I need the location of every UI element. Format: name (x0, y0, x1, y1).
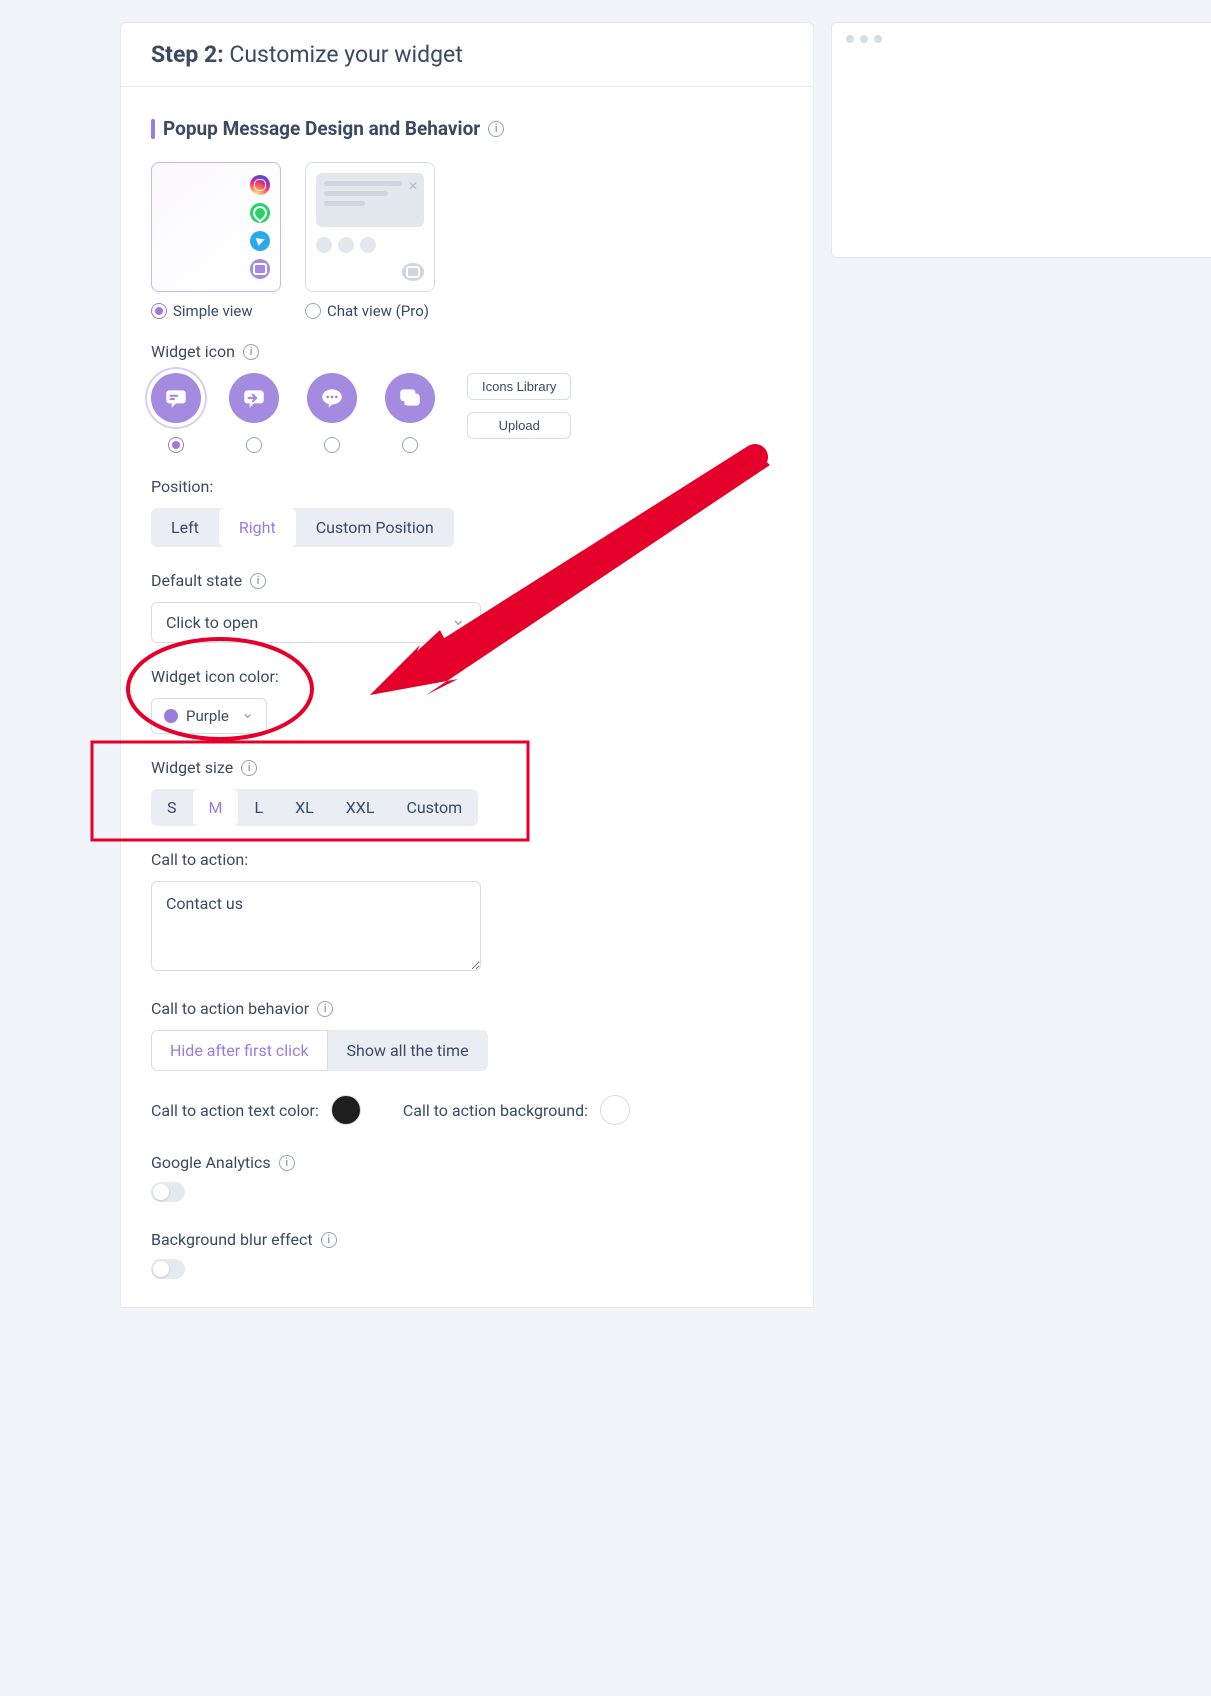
chat-fab-icon (402, 263, 424, 281)
cta-label: Call to action: (151, 850, 783, 869)
cta-textarea[interactable] (151, 881, 481, 971)
view-option-simple[interactable]: Simple view (151, 162, 281, 320)
chat-bubble-lines-icon (151, 373, 201, 423)
info-icon[interactable] (241, 760, 257, 776)
default-state-select[interactable]: Click to open (151, 602, 481, 643)
default-state-label: Default state (151, 571, 783, 590)
cta-text-color-label: Call to action text color: (151, 1101, 319, 1120)
radio-unselected-icon (246, 437, 262, 453)
size-l[interactable]: L (238, 789, 279, 826)
chat-view-label: Chat view (Pro) (327, 302, 429, 320)
section-accent-bar (151, 119, 155, 139)
info-icon[interactable] (321, 1232, 337, 1248)
size-custom[interactable]: Custom (390, 789, 478, 826)
radio-unselected-icon (305, 303, 321, 319)
step-header: Step 2: Customize your widget (121, 23, 813, 87)
instagram-icon (250, 175, 270, 195)
preview-pane (831, 22, 1211, 258)
info-icon[interactable] (279, 1155, 295, 1171)
blur-label: Background blur effect (151, 1230, 783, 1249)
simple-view-radio-row[interactable]: Simple view (151, 302, 281, 320)
radio-selected-icon (168, 437, 184, 453)
icon-color-dropdown[interactable]: Purple (151, 698, 267, 734)
size-xxl[interactable]: XXL (330, 789, 391, 826)
cta-behavior-hide[interactable]: Hide after first click (151, 1030, 328, 1071)
chat-bubble-double-icon (385, 373, 435, 423)
section-title: Popup Message Design and Behavior (151, 117, 783, 140)
cta-behavior-segmented: Hide after first click Show all the time (151, 1030, 488, 1071)
cta-behavior-show[interactable]: Show all the time (328, 1030, 488, 1071)
position-left[interactable]: Left (151, 508, 219, 547)
cta-text-color-picker[interactable] (331, 1095, 361, 1125)
view-option-chat[interactable]: ✕ Chat view (Pro) (305, 162, 435, 320)
info-icon[interactable] (488, 121, 504, 137)
chat-icon (250, 259, 270, 279)
default-state-value: Click to open (166, 613, 258, 632)
cta-bg-color-label: Call to action background: (403, 1101, 588, 1120)
widget-icon-option-1[interactable] (151, 373, 201, 453)
cta-behavior-label: Call to action behavior (151, 999, 783, 1018)
icons-library-button[interactable]: Icons Library (467, 373, 571, 400)
widget-icon-label: Widget icon (151, 342, 783, 361)
position-label: Position: (151, 477, 783, 496)
icon-color-value: Purple (186, 707, 229, 725)
section-title-text: Popup Message Design and Behavior (163, 117, 480, 140)
icon-color-label: Widget icon color: (151, 667, 783, 686)
widget-size-segmented: S M L XL XXL Custom (151, 789, 478, 826)
widget-icon-option-4[interactable] (385, 373, 435, 453)
close-icon: ✕ (408, 179, 418, 193)
chat-bubble-arrow-icon (229, 373, 279, 423)
info-icon[interactable] (250, 573, 266, 589)
step-title: Step 2: Customize your widget (151, 41, 783, 68)
window-dots-icon (846, 35, 1197, 43)
size-xl[interactable]: XL (279, 789, 330, 826)
size-s[interactable]: S (151, 789, 193, 826)
settings-panel: Step 2: Customize your widget Popup Mess… (120, 22, 814, 1308)
radio-unselected-icon (402, 437, 418, 453)
blur-toggle[interactable] (151, 1259, 185, 1279)
ga-toggle[interactable] (151, 1182, 185, 1202)
info-icon[interactable] (243, 344, 259, 360)
widget-icon-option-2[interactable] (229, 373, 279, 453)
color-swatch-icon (164, 709, 178, 723)
position-right[interactable]: Right (219, 508, 296, 547)
info-icon[interactable] (317, 1001, 333, 1017)
whatsapp-icon (250, 203, 270, 223)
radio-unselected-icon (324, 437, 340, 453)
chat-bubble-dots-icon (307, 373, 357, 423)
simple-view-label: Simple view (173, 302, 253, 320)
widget-icon-option-3[interactable] (307, 373, 357, 453)
chat-view-radio-row[interactable]: Chat view (Pro) (305, 302, 435, 320)
position-custom[interactable]: Custom Position (296, 508, 454, 547)
simple-view-preview (151, 162, 281, 292)
radio-selected-icon (151, 303, 167, 319)
widget-size-label: Widget size (151, 758, 783, 777)
cta-bg-color-picker[interactable] (600, 1095, 630, 1125)
chat-view-preview: ✕ (305, 162, 435, 292)
ga-label: Google Analytics (151, 1153, 783, 1172)
size-m[interactable]: M (193, 789, 239, 826)
upload-button[interactable]: Upload (467, 412, 571, 439)
telegram-icon (250, 231, 270, 251)
position-segmented: Left Right Custom Position (151, 508, 454, 547)
